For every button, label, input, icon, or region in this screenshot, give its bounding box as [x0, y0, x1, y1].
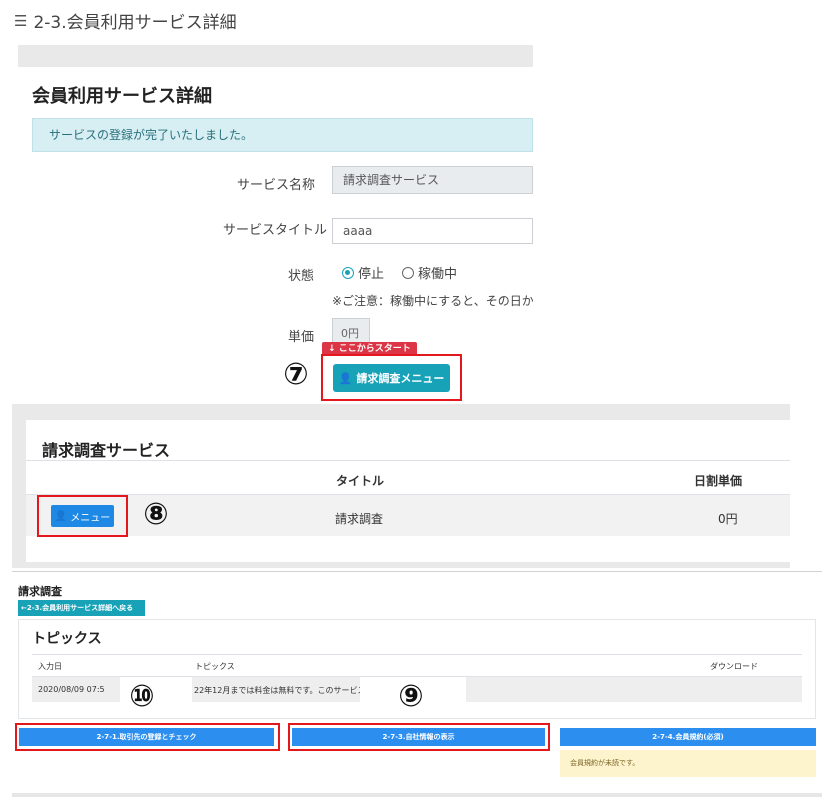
- topics-page-title: 請求調査: [18, 585, 62, 598]
- page-heading-text: 2-3.会員利用サービス詳細: [33, 13, 237, 33]
- user-icon: 👤: [338, 371, 353, 385]
- checklist-icon: ☰: [14, 11, 28, 30]
- divider: [32, 654, 802, 655]
- service-table-title: 請求調査サービス: [42, 441, 171, 460]
- status-label: 状態: [287, 269, 314, 284]
- divider: [12, 793, 822, 797]
- service-title-input[interactable]: aaaa: [332, 218, 533, 244]
- col-date-header: 入力日: [38, 662, 62, 671]
- step-marker-9: ⑨: [398, 679, 424, 714]
- company-info-button[interactable]: 2-7-3.自社情報の表示: [292, 728, 545, 746]
- topic-text[interactable]: 22年12月までは料金は無料です。このサービスは: [194, 685, 360, 696]
- radio-checked-icon: [342, 266, 354, 279]
- section-header-bar: [18, 45, 533, 67]
- row-title: 請求調査: [335, 512, 384, 526]
- step-marker-10: ⑩: [129, 679, 155, 714]
- step-marker-8: ⑧: [143, 497, 169, 532]
- status-radio-group: 停止 稼働中: [342, 263, 457, 282]
- menu-button[interactable]: 👤 メニュー: [51, 505, 114, 527]
- back-button[interactable]: ←2-3.会員利用サービス詳細へ戻る: [18, 600, 145, 616]
- terms-warning: 会員規約が未読です。: [560, 750, 816, 777]
- status-radio-running[interactable]: 稼働中: [402, 263, 457, 282]
- step-marker-7: ⑦: [283, 357, 309, 392]
- row-price: 0円: [718, 512, 738, 526]
- col-download-header: ダウンロード: [710, 662, 758, 671]
- billing-menu-button[interactable]: 👤 請求調査メニュー: [333, 364, 450, 392]
- col-topic-header: トピックス: [195, 662, 235, 671]
- page-heading: ☰ 2-3.会員利用サービス詳細: [14, 8, 237, 34]
- col-title-header: タイトル: [336, 474, 385, 488]
- service-title-label: サービスタイトル: [222, 223, 327, 238]
- topics-title: トピックス: [32, 631, 102, 647]
- register-partner-button[interactable]: 2-7-1.取引先の登録とチェック: [19, 728, 274, 746]
- service-name-field: 請求調査サービス: [332, 166, 533, 194]
- radio-unchecked-icon: [402, 266, 415, 279]
- user-icon: 👤: [54, 510, 68, 522]
- status-note: ※ご注意：稼働中にすると、その日から課: [332, 294, 533, 308]
- status-radio-stopped[interactable]: 停止: [342, 263, 384, 282]
- col-daily-price-header: 日割単価: [694, 474, 743, 488]
- member-terms-button[interactable]: 2-7-4.会員規約(必須): [560, 728, 816, 746]
- divider: [12, 571, 822, 572]
- price-label: 単価: [287, 330, 314, 345]
- success-alert: サービスの登録が完了いたしました。: [32, 118, 533, 152]
- service-name-label: サービス名称: [236, 178, 315, 193]
- divider: [26, 460, 790, 461]
- detail-title: 会員利用サービス詳細: [32, 86, 212, 107]
- arrow-down-icon: ↓: [328, 344, 339, 354]
- topic-date: 2020/08/09 07:5: [38, 685, 105, 694]
